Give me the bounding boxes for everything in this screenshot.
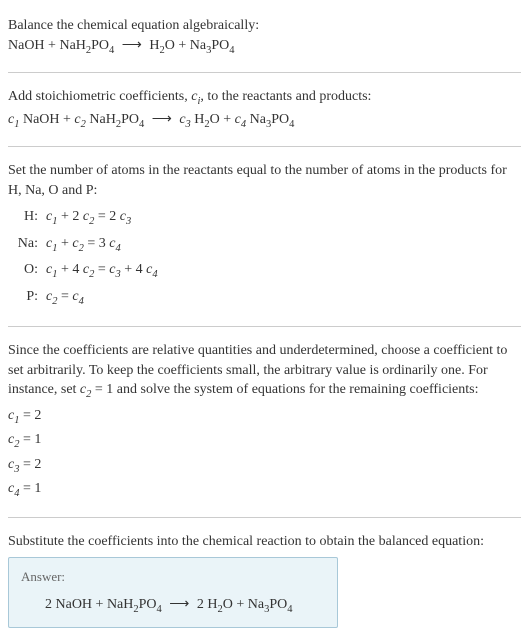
arrow-icon: ⟶: [114, 38, 149, 53]
eq-part: O + Na: [223, 597, 264, 612]
list-item: c4 = 1: [8, 478, 521, 502]
eq-part: NaOH +: [19, 112, 74, 127]
eq-part: H: [191, 112, 205, 127]
step2-section: Set the number of atoms in the reactants…: [8, 153, 521, 320]
op: +: [57, 236, 72, 251]
var-sub: 3: [126, 216, 131, 227]
eq-part: PO: [269, 597, 287, 612]
eq-part: PO: [91, 38, 109, 53]
coefficient-list: c1 = 2 c2 = 1 c3 = 2 c4 = 1: [8, 405, 521, 503]
answer-box: Answer: 2 NaOH + NaH2PO4 ⟶ 2 H2O + Na3PO…: [8, 557, 338, 628]
text-part: , to the reactants and products:: [200, 89, 371, 104]
op: + 4: [121, 262, 146, 277]
step3-text: Since the coefficients are relative quan…: [8, 341, 521, 403]
divider: [8, 517, 521, 518]
atom-equations-table: H: c1 + 2 c2 = 2 c3 Na: c1 + c2 = 3 c4 O…: [12, 204, 166, 312]
eq-part: 2 NaOH + NaH: [45, 597, 133, 612]
arrow-icon: ⟶: [162, 597, 197, 612]
answer-label: Answer:: [21, 568, 325, 586]
divider: [8, 72, 521, 73]
op: = 3: [84, 236, 109, 251]
eq-part: Na: [246, 112, 266, 127]
intro-text: Balance the chemical equation algebraica…: [8, 16, 521, 36]
eq-sub: 4: [287, 603, 292, 614]
list-item: c3 = 2: [8, 454, 521, 478]
intro-section: Balance the chemical equation algebraica…: [8, 8, 521, 66]
step1-section: Add stoichiometric coefficients, ci, to …: [8, 79, 521, 140]
value: = 2: [19, 408, 41, 423]
text-part: = 1 and solve the system of equations fo…: [91, 382, 478, 397]
arrow-icon: ⟶: [144, 112, 179, 127]
eq-part: NaOH: [8, 38, 45, 53]
atom-label: Na:: [14, 233, 44, 257]
atom-label: H:: [14, 206, 44, 230]
var-sub: 4: [79, 295, 84, 306]
eq-part: H: [149, 38, 159, 53]
atom-equation: c2 = c4: [46, 286, 164, 310]
step3-section: Since the coefficients are relative quan…: [8, 333, 521, 511]
eq-part: PO: [211, 38, 229, 53]
eq-part: PO: [139, 597, 157, 612]
value: = 1: [19, 432, 41, 447]
eq-part: 2 H: [197, 597, 218, 612]
eq-sub: 4: [157, 603, 162, 614]
op: = 2: [94, 209, 119, 224]
step4-section: Substitute the coefficients into the che…: [8, 524, 521, 636]
text-part: Add stoichiometric coefficients,: [8, 89, 191, 104]
var-sub: 4: [152, 269, 157, 280]
atom-equation: c1 + 4 c2 = c3 + 4 c4: [46, 259, 164, 283]
divider: [8, 326, 521, 327]
op: + 2: [57, 209, 82, 224]
eq-part: NaH: [59, 38, 85, 53]
divider: [8, 146, 521, 147]
eq-part: PO: [271, 112, 289, 127]
table-row: Na: c1 + c2 = 3 c4: [14, 233, 164, 257]
value: = 1: [19, 481, 41, 496]
value: = 2: [19, 457, 41, 472]
eq-sub: 4: [229, 44, 234, 55]
atom-label: O:: [14, 259, 44, 283]
op: + 4: [57, 262, 82, 277]
answer-equation: 2 NaOH + NaH2PO4 ⟶ 2 H2O + Na3PO4: [21, 595, 325, 617]
atom-equation: c1 + 2 c2 = 2 c3: [46, 206, 164, 230]
list-item: c2 = 1: [8, 429, 521, 453]
step2-text: Set the number of atoms in the reactants…: [8, 161, 521, 200]
eq-sub: 4: [289, 118, 294, 129]
op: =: [94, 262, 109, 277]
eq-part: O +: [210, 112, 235, 127]
atom-equation: c1 + c2 = 3 c4: [46, 233, 164, 257]
atom-label: P:: [14, 286, 44, 310]
step1-text: Add stoichiometric coefficients, ci, to …: [8, 87, 521, 109]
eq-part: NaH: [86, 112, 116, 127]
var-sub: 4: [115, 243, 120, 254]
step4-text: Substitute the coefficients into the che…: [8, 532, 521, 552]
eq-part: O + Na: [165, 38, 206, 53]
table-row: O: c1 + 4 c2 = c3 + 4 c4: [14, 259, 164, 283]
intro-equation: NaOH + NaH2PO4 ⟶ H2O + Na3PO4: [8, 36, 521, 58]
eq-part: +: [45, 38, 60, 53]
op: =: [57, 289, 72, 304]
eq-part: PO: [121, 112, 139, 127]
table-row: P: c2 = c4: [14, 286, 164, 310]
list-item: c1 = 2: [8, 405, 521, 429]
step1-equation: c1 NaOH + c2 NaH2PO4 ⟶ c3 H2O + c4 Na3PO…: [8, 110, 521, 132]
table-row: H: c1 + 2 c2 = 2 c3: [14, 206, 164, 230]
